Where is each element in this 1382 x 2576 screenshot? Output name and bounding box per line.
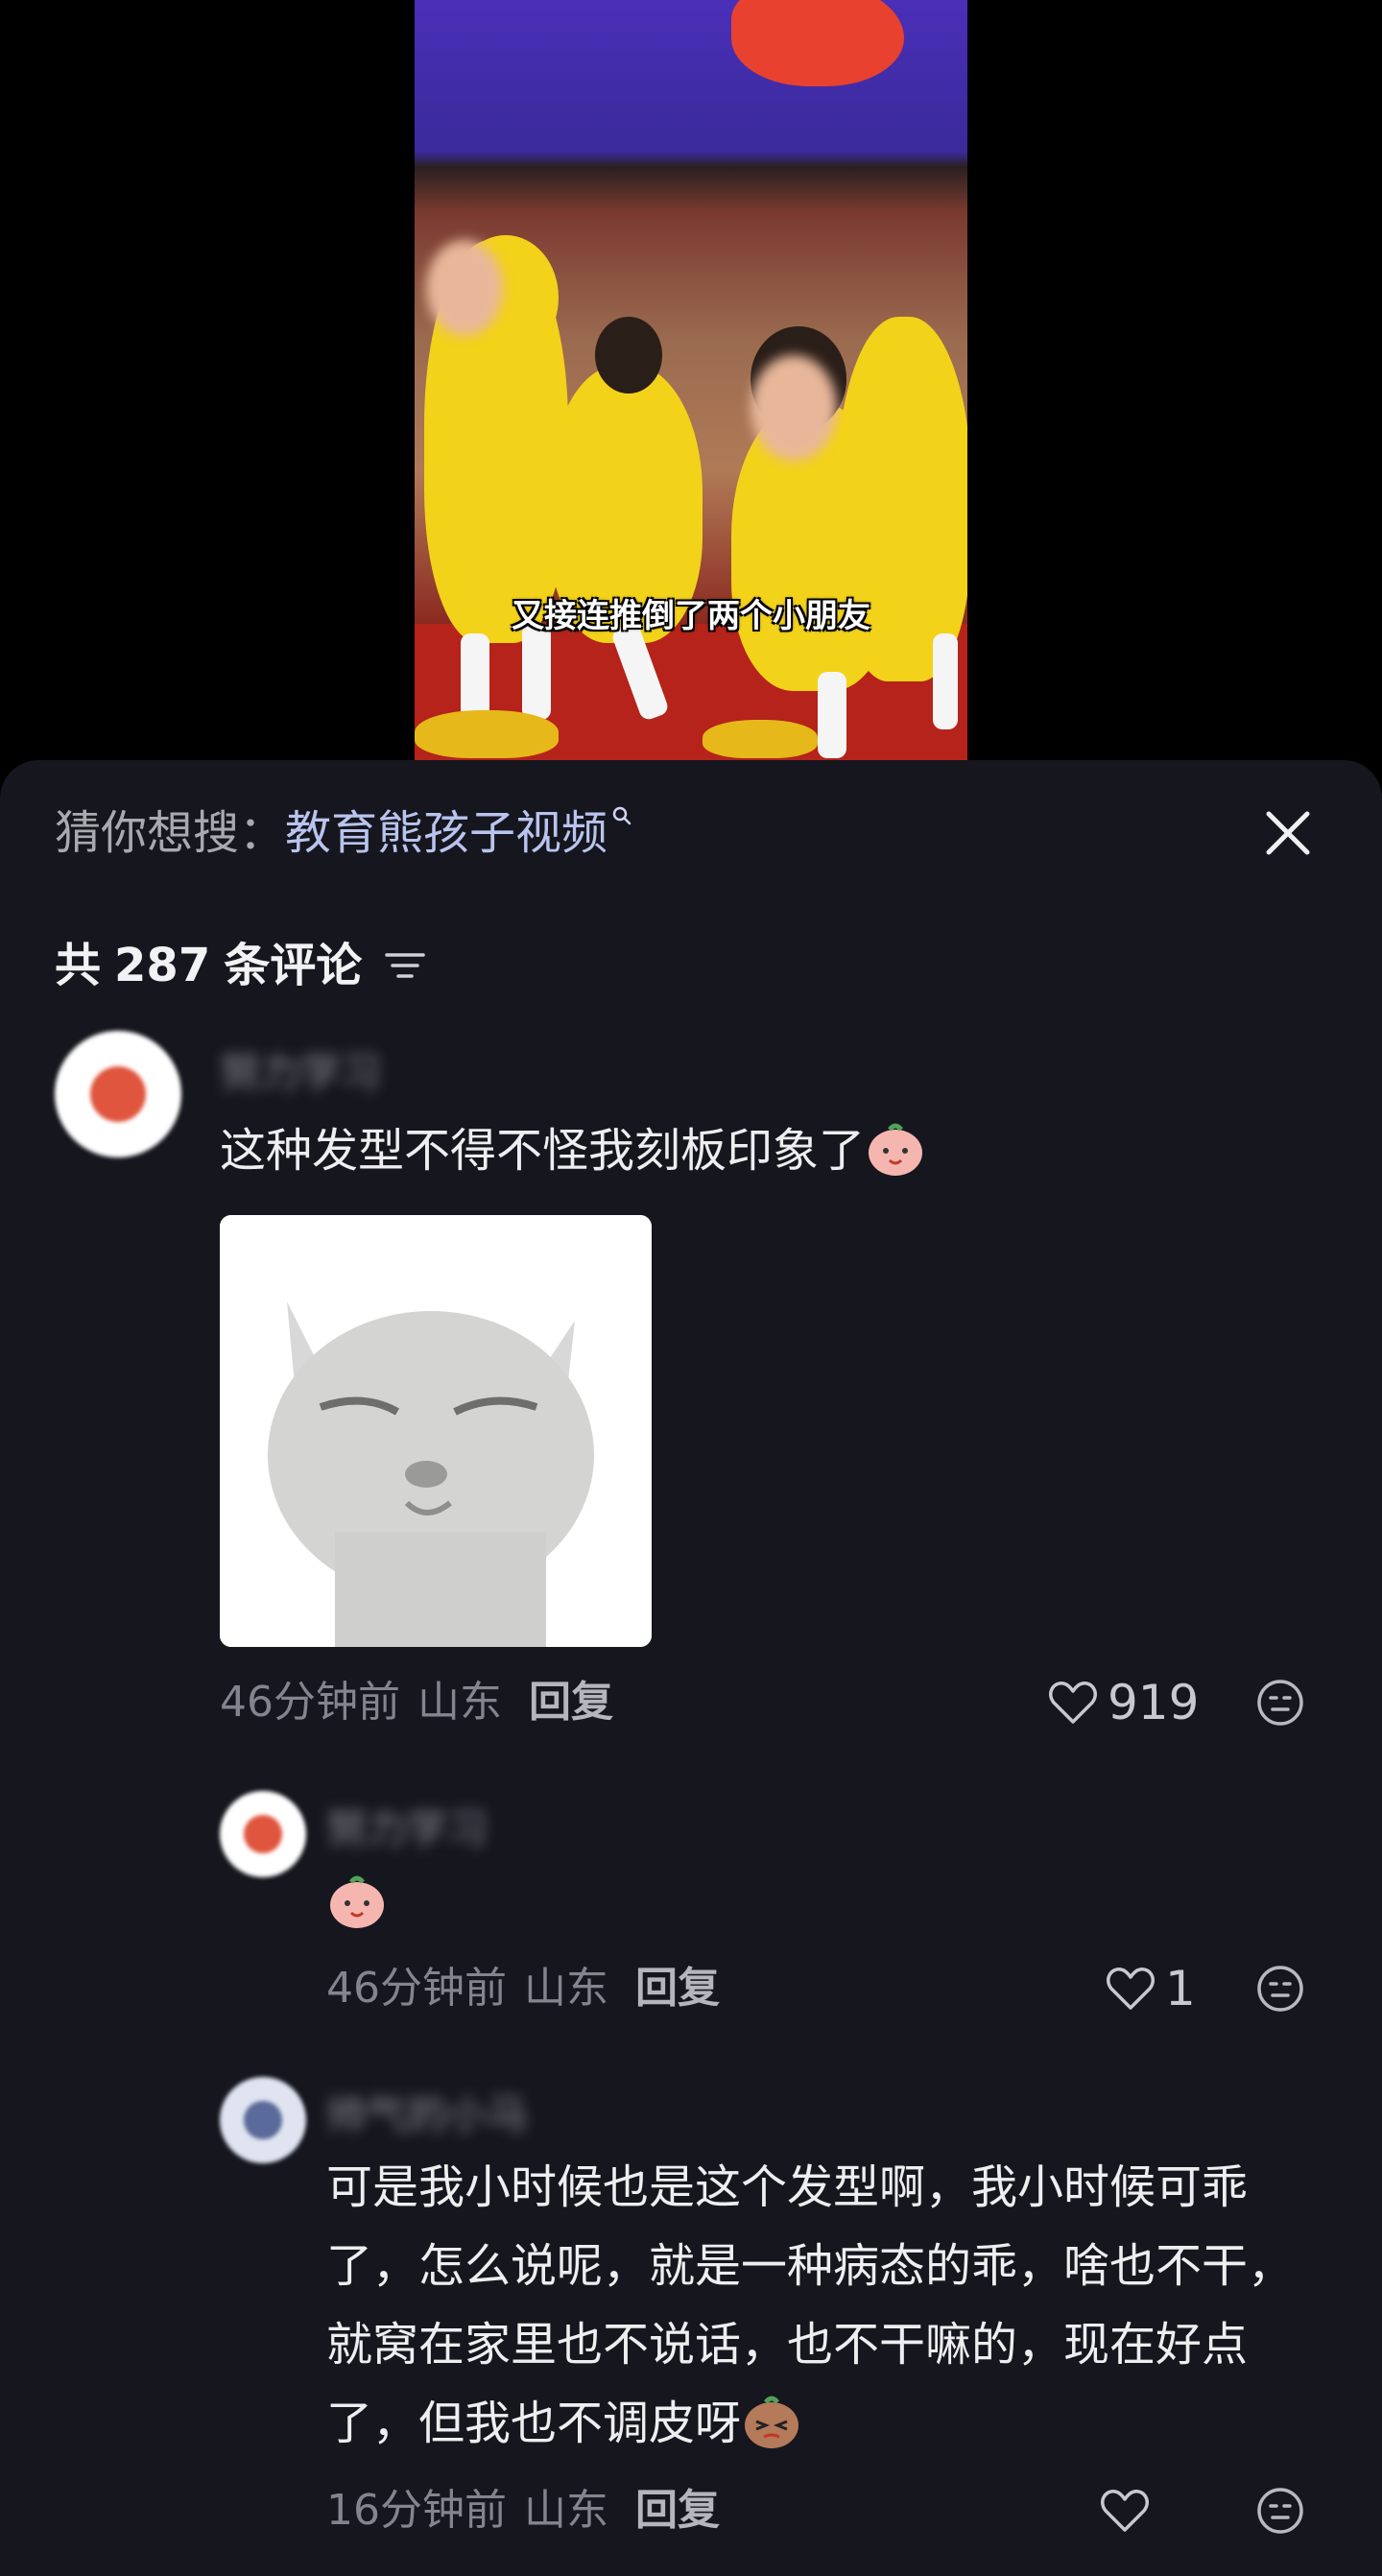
emoji-reply-icon[interactable] xyxy=(1255,1964,1305,2014)
avatar[interactable] xyxy=(220,2077,306,2163)
emoji-reply-icon[interactable] xyxy=(1255,1678,1305,1728)
leg xyxy=(522,624,551,720)
count-number: 287 xyxy=(114,939,211,992)
leg xyxy=(461,633,489,720)
cat-meme-icon xyxy=(220,1215,652,1647)
video-subtitle: 又接连推倒了两个小朋友 xyxy=(512,597,870,635)
comment-time: 46分钟前 xyxy=(220,1678,400,1727)
close-icon xyxy=(1266,811,1310,855)
duck-feet xyxy=(415,710,559,758)
heart-icon xyxy=(1049,1682,1097,1724)
blurred-face-1 xyxy=(426,240,503,336)
reply-button[interactable]: 回复 xyxy=(529,1678,613,1727)
heart-icon xyxy=(1107,1968,1155,2010)
video-player[interactable]: 又接连推倒了两个小朋友 xyxy=(0,0,1382,768)
search-suggestion[interactable]: 猜你想搜： 教育熊孩子视频 xyxy=(55,800,632,866)
like-button[interactable]: 1 xyxy=(1106,1960,1196,2017)
close-button[interactable] xyxy=(1259,804,1317,862)
peach-smile-emoji-icon xyxy=(326,1871,388,1930)
comment-meta: 46分钟前 山东 回复 xyxy=(326,1960,720,2017)
leg xyxy=(818,672,846,758)
peach-smile-emoji-icon xyxy=(865,1118,926,1178)
comment-body: 这种发型不得不怪我刻板印象了 xyxy=(220,1124,866,1178)
leg xyxy=(933,633,958,729)
decor-red-shape xyxy=(731,0,904,86)
comment-username[interactable]: 努力学习 xyxy=(326,1797,488,1855)
avatar[interactable] xyxy=(55,1031,181,1157)
like-button[interactable] xyxy=(1100,2482,1159,2540)
comment-username[interactable]: 帅气的小马 xyxy=(326,2083,528,2141)
heart-icon xyxy=(1101,2490,1149,2532)
duck-feet xyxy=(703,720,818,758)
avatar[interactable] xyxy=(220,1791,306,1877)
comment-username[interactable]: 努力学习 xyxy=(220,1040,381,1099)
comment-text: 可是我小时候也是这个发型啊，我小时候可乖了，怎么说呢，就是一种病态的乖，啥也不干… xyxy=(326,2148,1334,2463)
count-suffix: 条评论 xyxy=(224,939,363,992)
peach-grimace-emoji-icon xyxy=(741,2391,802,2450)
comment-location: 山东 xyxy=(524,2486,608,2535)
count-prefix: 共 xyxy=(55,939,102,992)
comment-location: 山东 xyxy=(524,1964,608,2013)
comment-time: 16分钟前 xyxy=(326,2486,507,2535)
like-button[interactable]: 919 xyxy=(1048,1674,1199,1731)
sort-icon[interactable] xyxy=(385,949,425,982)
comment-meta: 16分钟前 山东 回复 xyxy=(326,2482,720,2540)
emoji-reply-icon[interactable] xyxy=(1255,2486,1305,2536)
comment-count: 共 287 条评论 xyxy=(55,935,425,996)
reply-button[interactable]: 回复 xyxy=(635,1964,720,2013)
kid-head-2 xyxy=(595,317,662,394)
reply-button[interactable]: 回复 xyxy=(635,2486,720,2535)
comment-panel: 猜你想搜： 教育熊孩子视频 共 287 条评论 努力学习 这种发型不得不怪我刻板… xyxy=(0,760,1382,2576)
video-frame[interactable]: 又接连推倒了两个小朋友 xyxy=(415,0,967,760)
meme-image-cat[interactable] xyxy=(220,1215,652,1647)
blurred-face-3 xyxy=(751,355,837,461)
comment-location: 山东 xyxy=(417,1678,502,1727)
comment-text xyxy=(326,1864,388,1943)
comment-time: 46分钟前 xyxy=(326,1964,507,2013)
suggest-label: 猜你想搜： xyxy=(55,806,286,860)
search-mini-icon xyxy=(611,788,632,853)
like-count: 919 xyxy=(1108,1675,1200,1730)
like-count: 1 xyxy=(1165,1961,1196,2016)
comment-body: 可是我小时候也是这个发型啊，我小时候可乖了，怎么说呢，就是一种病态的乖，啥也不干… xyxy=(326,2160,1295,2450)
comment-meta: 46分钟前 山东 回复 xyxy=(220,1674,613,1731)
comment-text: 这种发型不得不怪我刻板印象了 xyxy=(220,1111,1333,1190)
suggest-query[interactable]: 教育熊孩子视频 xyxy=(285,800,608,866)
